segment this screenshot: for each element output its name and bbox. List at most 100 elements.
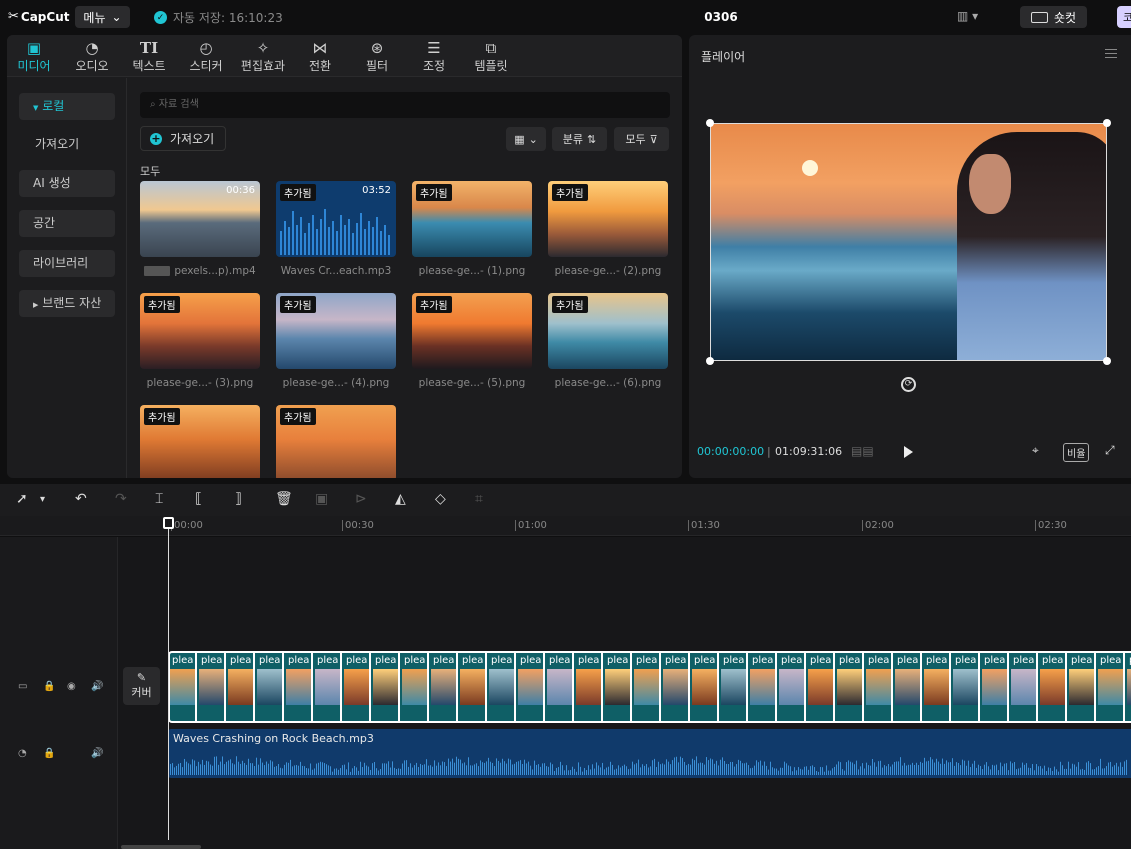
timecode-grid-icon[interactable]: ▤▤ [851, 444, 874, 458]
play-icon[interactable] [904, 446, 913, 458]
export-button[interactable]: 코 [1117, 6, 1131, 28]
media-item[interactable]: 추가됨 please-ge...- (4).png [276, 293, 396, 389]
media-item[interactable]: 추가됨 03:52 Waves Cr...each.mp3 [276, 181, 396, 277]
rotate-clip-icon[interactable]: ◇ [435, 491, 446, 507]
trim-right-icon[interactable]: ⟧ [235, 491, 242, 507]
redo-icon[interactable]: ↷ [115, 491, 127, 507]
video-clip[interactable]: plea [460, 653, 487, 721]
tab-sticker[interactable]: ◴ 스티커 [176, 39, 236, 74]
video-clip[interactable]: plea [547, 653, 574, 721]
media-item[interactable]: 추가됨 please-ge...- (5).png [412, 293, 532, 389]
menu-button[interactable]: 메뉴 ⌄ [75, 6, 130, 28]
media-item[interactable]: 추가됨 please-ge...- (3).png [140, 293, 260, 389]
tab-transition[interactable]: ⋈ 전환 [290, 39, 350, 74]
sort-button[interactable]: 분류 ⇅ [552, 127, 607, 151]
resize-handle[interactable] [1103, 357, 1111, 365]
tab-adjust[interactable]: ☰ 조정 [404, 39, 464, 74]
video-clip[interactable]: plea [634, 653, 661, 721]
sidebar-item-local[interactable]: ▼ 로컬 [19, 93, 115, 120]
resize-handle[interactable] [706, 357, 714, 365]
video-clip[interactable]: plea [373, 653, 400, 721]
video-clip[interactable]: plea [866, 653, 893, 721]
media-item[interactable]: 00:36 pexels...p).mp4 [140, 181, 260, 277]
crop-icon[interactable]: ⌗ [475, 491, 483, 507]
chevron-down-icon[interactable]: ▾ [40, 494, 45, 505]
sidebar-item-import[interactable]: 가져오기 [19, 131, 115, 158]
view-toggle-button[interactable]: ▦ ⌄ [506, 127, 546, 151]
video-clip[interactable]: plea [344, 653, 371, 721]
video-clip[interactable]: plea [228, 653, 255, 721]
video-clip[interactable]: plea [286, 653, 313, 721]
cover-button[interactable]: ✎ 커버 [123, 667, 160, 705]
zoom-fit-icon[interactable]: ⌖ [1032, 443, 1039, 458]
audio-track[interactable]: Waves Crashing on Rock Beach.mp3 [168, 729, 1131, 778]
tab-effects[interactable]: ✧ 편집효과 [233, 39, 293, 74]
select-cursor-icon[interactable]: ➚ [16, 491, 28, 507]
split-icon[interactable]: ⌶ [155, 491, 163, 507]
sidebar-item-library[interactable]: 라이브러리 [19, 250, 115, 277]
lock-icon[interactable]: 🔒 [43, 748, 55, 759]
undo-icon[interactable]: ↶ [75, 491, 87, 507]
video-clip[interactable]: plea [315, 653, 342, 721]
playhead-handle[interactable] [163, 517, 174, 529]
video-clip[interactable]: plea [1040, 653, 1067, 721]
video-clip[interactable]: plea [837, 653, 864, 721]
video-clip[interactable]: plea [402, 653, 429, 721]
video-clip[interactable]: plea [1127, 653, 1131, 721]
tab-template[interactable]: ⧉ 템플릿 [461, 39, 521, 74]
ratio-button[interactable]: 비율 [1063, 443, 1090, 462]
rotate-icon[interactable]: ⟳ [901, 377, 916, 392]
video-clip[interactable]: plea [1011, 653, 1038, 721]
tab-media[interactable]: ▣ 미디어 [7, 39, 64, 74]
video-clip[interactable]: plea [895, 653, 922, 721]
import-button[interactable]: + 가져오기 [140, 126, 226, 151]
video-clip[interactable]: plea [1069, 653, 1096, 721]
video-clip[interactable]: plea [199, 653, 226, 721]
tab-filter[interactable]: ⊛ 필터 [347, 39, 407, 74]
video-clip[interactable]: plea [779, 653, 806, 721]
sidebar-item-space[interactable]: 공간 [19, 210, 115, 237]
reverse-icon[interactable]: ⊳ [355, 491, 367, 507]
media-item[interactable]: 추가됨 please-ge...- (6).png [548, 293, 668, 389]
video-clip[interactable]: plea [257, 653, 284, 721]
resize-handle[interactable] [1103, 119, 1111, 127]
video-clip[interactable]: plea [518, 653, 545, 721]
playhead[interactable] [168, 518, 169, 840]
media-item[interactable]: 추가됨 [276, 405, 396, 478]
freeze-icon[interactable]: ▣ [315, 491, 328, 507]
mirror-icon[interactable]: ◭ [395, 491, 406, 507]
speaker-icon[interactable]: 🔊 [91, 748, 103, 759]
search-input[interactable]: ⌕ 자료 검색 [140, 92, 670, 118]
tab-audio[interactable]: ◔ 오디오 [62, 39, 122, 74]
shortcut-button[interactable]: 숏컷 [1020, 6, 1087, 28]
video-preview[interactable] [710, 123, 1107, 361]
delete-icon[interactable]: 🗑 [275, 491, 293, 507]
tab-text[interactable]: TI 텍스트 [119, 39, 179, 74]
eye-icon[interactable]: ◉ [67, 681, 76, 692]
video-clip[interactable]: plea [1098, 653, 1125, 721]
video-clip[interactable]: plea [576, 653, 603, 721]
video-clip[interactable]: plea [489, 653, 516, 721]
trim-left-icon[interactable]: ⟦ [195, 491, 202, 507]
video-clip[interactable]: plea [605, 653, 632, 721]
media-item[interactable]: 추가됨 [140, 405, 260, 478]
video-clip[interactable]: plea [721, 653, 748, 721]
horizontal-scrollbar[interactable] [121, 845, 201, 849]
video-clip[interactable]: plea [924, 653, 951, 721]
speaker-icon[interactable]: 🔊 [91, 681, 103, 692]
video-clip[interactable]: plea [953, 653, 980, 721]
project-title[interactable]: 0306 [690, 10, 752, 24]
video-clip[interactable]: plea [750, 653, 777, 721]
video-clip[interactable]: plea [663, 653, 690, 721]
video-clip[interactable]: plea [808, 653, 835, 721]
resize-handle[interactable] [706, 119, 714, 127]
media-item[interactable]: 추가됨 please-ge...- (2).png [548, 181, 668, 277]
video-clip[interactable]: plea [431, 653, 458, 721]
hamburger-menu-icon[interactable] [1105, 49, 1117, 58]
media-item[interactable]: 추가됨 please-ge...- (1).png [412, 181, 532, 277]
sidebar-item-brand[interactable]: ▶ 브랜드 자산 [19, 290, 115, 317]
sidebar-item-ai[interactable]: AI 생성 [19, 170, 115, 197]
video-clip[interactable]: plea [982, 653, 1009, 721]
video-clip[interactable]: plea [692, 653, 719, 721]
filter-button[interactable]: 모두 ⊽ [614, 127, 669, 151]
